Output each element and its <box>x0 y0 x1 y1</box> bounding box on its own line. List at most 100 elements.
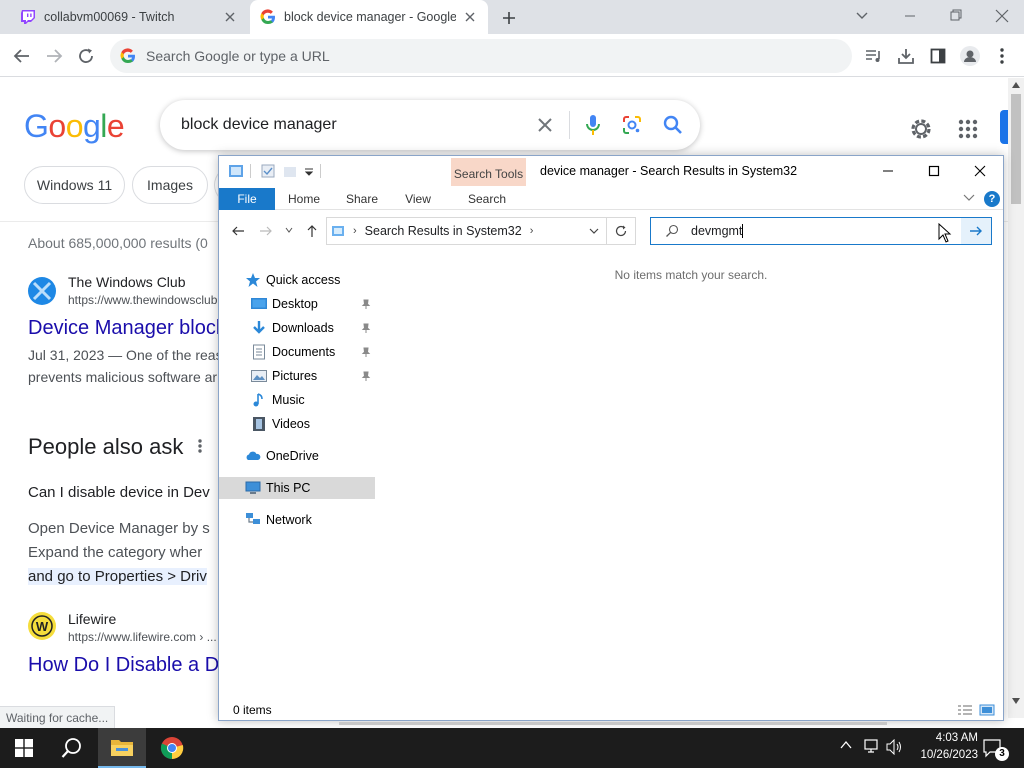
gear-icon <box>911 119 931 139</box>
search-field-value[interactable]: devmgmt <box>691 224 742 238</box>
pin-icon[interactable] <box>361 371 371 381</box>
notification-center-button[interactable]: 3 <box>982 738 1009 761</box>
forward-button[interactable] <box>259 224 273 238</box>
title-bar[interactable]: Search Tools device manager - Search Res… <box>219 156 1003 188</box>
maximize-button[interactable] <box>911 156 957 186</box>
nav-desktop[interactable]: Desktop <box>219 293 375 315</box>
search-icon[interactable] <box>652 115 694 135</box>
lens-icon[interactable] <box>612 115 652 135</box>
reading-list-button[interactable] <box>858 40 890 72</box>
scroll-up-icon[interactable] <box>1012 82 1020 88</box>
taskbar-chrome[interactable] <box>148 728 196 768</box>
minimize-button[interactable] <box>865 156 911 186</box>
close-tab-icon[interactable] <box>462 9 478 25</box>
breadcrumb-chevron-icon[interactable]: › <box>353 225 357 237</box>
forward-button[interactable] <box>38 40 70 72</box>
google-search-box[interactable]: block device manager <box>160 100 700 150</box>
tab-view[interactable]: View <box>395 188 441 210</box>
new-tab-button[interactable] <box>498 7 520 29</box>
chip-windows-11[interactable]: Windows 11 <box>24 166 125 204</box>
reload-button[interactable] <box>70 40 102 72</box>
taskbar-file-explorer[interactable] <box>98 728 146 768</box>
close-window-button[interactable] <box>988 8 1016 24</box>
address-history-icon[interactable] <box>589 227 599 235</box>
large-icons-view-icon[interactable] <box>979 704 995 716</box>
tab-title: block device manager - Google S <box>284 10 456 24</box>
google-logo[interactable]: Google <box>24 108 125 145</box>
show-hidden-icons[interactable] <box>840 740 852 750</box>
back-button[interactable] <box>231 224 245 238</box>
new-folder-icon[interactable] <box>283 164 297 178</box>
breadcrumb-chevron-icon[interactable]: › <box>530 225 534 237</box>
chip-images[interactable]: Images <box>132 166 208 204</box>
nav-pictures[interactable]: Pictures <box>219 365 375 387</box>
nav-this-pc[interactable]: This PC <box>219 477 375 499</box>
nav-music[interactable]: Music <box>219 389 375 411</box>
search-go-button[interactable] <box>961 218 991 244</box>
taskbar-search-button[interactable] <box>48 728 96 768</box>
close-tab-icon[interactable] <box>222 9 238 25</box>
result-snippet: Jul 31, 2023 — One of the reas <box>28 347 223 363</box>
result-url[interactable]: https://www.thewindowsclub <box>68 293 217 307</box>
search-folder-icon <box>331 224 345 238</box>
refresh-button[interactable] <box>606 217 636 245</box>
folder-icon <box>228 163 244 179</box>
google-icon <box>120 48 136 64</box>
recent-locations-icon[interactable] <box>285 226 293 234</box>
apps-button[interactable] <box>958 119 978 139</box>
nav-downloads[interactable]: Downloads <box>219 317 375 339</box>
up-button[interactable] <box>305 224 319 238</box>
network-tray-icon[interactable] <box>863 739 881 755</box>
pin-icon[interactable] <box>361 323 371 333</box>
clear-icon[interactable] <box>525 117 565 133</box>
scroll-down-icon[interactable] <box>1012 698 1020 704</box>
google-icon <box>260 9 276 25</box>
volume-icon[interactable] <box>886 739 904 755</box>
tab-google-search[interactable]: block device manager - Google S <box>250 0 488 34</box>
tab-search[interactable]: Search <box>457 188 517 210</box>
page-scrollbar[interactable] <box>1008 78 1024 718</box>
nav-videos[interactable]: Videos <box>219 413 375 435</box>
restore-button[interactable] <box>942 8 970 24</box>
tab-share[interactable]: Share <box>337 188 387 210</box>
back-button[interactable] <box>6 40 38 72</box>
nav-network[interactable]: Network <box>219 509 375 531</box>
nav-documents[interactable]: Documents <box>219 341 375 363</box>
search-query[interactable]: block device manager <box>181 116 525 134</box>
omnibox[interactable]: Search Google or type a URL <box>110 39 852 73</box>
tab-twitch[interactable]: collabvm00069 - Twitch <box>0 0 248 34</box>
help-icon[interactable]: ? <box>984 191 1000 207</box>
pin-icon[interactable] <box>361 347 371 357</box>
menu-button[interactable] <box>986 40 1018 72</box>
tab-home[interactable]: Home <box>279 188 329 210</box>
close-window-button[interactable] <box>957 156 1003 186</box>
sign-in-button[interactable] <box>1000 110 1008 144</box>
nav-quick-access[interactable]: Quick access <box>219 269 375 291</box>
result-title-link[interactable]: How Do I Disable a D <box>28 654 219 677</box>
details-view-icon[interactable] <box>957 704 973 716</box>
scrollbar-thumb[interactable] <box>1011 94 1021 204</box>
result-title-link[interactable]: Device Manager block <box>28 317 226 340</box>
profile-button[interactable] <box>954 40 986 72</box>
horizontal-scrollbar[interactable] <box>339 722 887 725</box>
microphone-icon[interactable] <box>574 114 612 136</box>
breadcrumb[interactable]: Search Results in System32 <box>365 224 522 238</box>
downloads-button[interactable] <box>890 40 922 72</box>
result-url[interactable]: https://www.lifewire.com › ... <box>68 630 217 644</box>
more-options-icon[interactable] <box>196 438 204 454</box>
close-icon <box>995 9 1009 23</box>
customize-toolbar-icon[interactable] <box>305 168 313 176</box>
address-bar[interactable]: › Search Results in System32 › <box>326 217 636 245</box>
tab-file[interactable]: File <box>219 188 275 210</box>
side-panel-button[interactable] <box>922 40 954 72</box>
tab-search-button[interactable] <box>852 8 872 24</box>
start-button[interactable] <box>0 728 48 768</box>
nav-onedrive[interactable]: OneDrive <box>219 445 375 467</box>
settings-button[interactable] <box>908 116 934 142</box>
minimize-button[interactable] <box>896 8 924 24</box>
pin-icon[interactable] <box>361 299 371 309</box>
paa-question[interactable]: Can I disable device in Dev <box>28 484 210 501</box>
properties-icon[interactable] <box>261 164 275 178</box>
system-clock[interactable]: 4:03 AM 10/26/2023 <box>920 730 978 764</box>
expand-ribbon-icon[interactable] <box>963 194 975 202</box>
